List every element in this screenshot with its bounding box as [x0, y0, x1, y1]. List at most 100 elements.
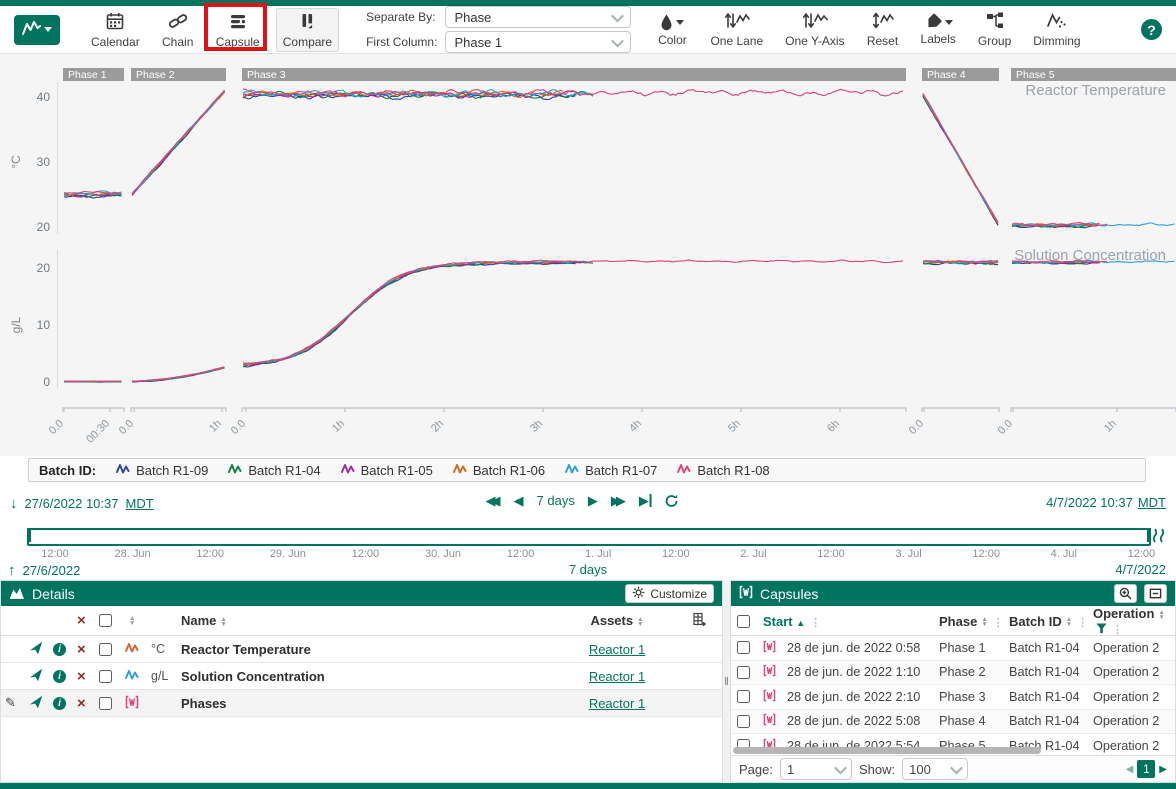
row-checkbox[interactable]	[737, 641, 750, 654]
chain-icon	[168, 11, 188, 34]
page-select[interactable]: 1	[780, 758, 852, 780]
capsule-time-toggle-icon[interactable]	[1151, 527, 1168, 549]
batch-id-column-header[interactable]: Batch ID▲▼⋮	[1009, 614, 1093, 629]
pager-prev-icon[interactable]: ◀	[1126, 764, 1134, 775]
range-start-datetime: 27/6/2022 10:37	[25, 496, 119, 511]
legend-item-label: Batch R1-05	[361, 463, 433, 478]
capsule-phase: Phase 2	[939, 665, 1009, 679]
timebar-left-handle[interactable]	[27, 528, 31, 542]
legend-item[interactable]: Batch R1-04	[228, 463, 320, 478]
gear-icon	[632, 586, 645, 602]
remove-icon[interactable]: ×	[77, 696, 99, 711]
chevron-down-icon	[834, 761, 847, 774]
first-column-select[interactable]: Phase 1	[445, 31, 631, 53]
capsule-row[interactable]: 28 de jun. de 2022 5:08Phase 4Batch R1-0…	[731, 710, 1175, 735]
group-button[interactable]: Group	[972, 8, 1017, 52]
legend-item[interactable]: Batch R1-06	[453, 463, 545, 478]
show-select[interactable]: 100	[902, 758, 968, 780]
capsule-row[interactable]: 28 de jun. de 2022 0:58Phase 1Batch R1-0…	[731, 636, 1175, 661]
timebar-selection[interactable]	[27, 528, 1151, 546]
range-end-timezone[interactable]: MDT	[1138, 495, 1166, 510]
first-column-label: First Column:	[366, 35, 437, 49]
select-all-checkbox[interactable]	[99, 614, 112, 627]
calendar-icon	[105, 11, 125, 34]
edit-icon[interactable]: ✎	[5, 695, 29, 711]
dimming-icon	[1046, 11, 1068, 33]
remove-all-icon[interactable]: ×	[77, 613, 99, 628]
row-checkbox[interactable]	[737, 666, 750, 679]
capsule-button[interactable]: Capsule	[210, 8, 266, 52]
legend-item[interactable]: Batch R1-07	[565, 463, 657, 478]
step-back-full-icon[interactable]: ◀◀	[486, 494, 501, 507]
asset-link[interactable]: Reactor 1	[542, 669, 692, 684]
x-tick-label: 1h	[1102, 418, 1119, 435]
trend-line	[132, 367, 225, 381]
info-icon[interactable]: i	[53, 697, 66, 710]
step-to-now-icon[interactable]: ▶	[639, 494, 652, 507]
reset-button[interactable]: Reset	[861, 8, 905, 52]
timebar: 12:0028. Jun12:0029. Jun12:0030. Jun12:0…	[0, 521, 1176, 580]
remove-icon[interactable]: ×	[77, 642, 99, 657]
capsule-icon	[763, 689, 787, 705]
up-arrow-icon: ↑	[8, 562, 16, 579]
phase-column-header[interactable]: Phase▲▼⋮	[939, 614, 1009, 629]
row-checkbox[interactable]	[737, 690, 750, 703]
zoom-to-capsule-button[interactable]	[1114, 584, 1137, 603]
range-start-timezone[interactable]: MDT	[125, 496, 153, 511]
separate-by-select[interactable]: Phase	[445, 6, 631, 28]
capsule-row[interactable]: 28 de jun. de 2022 2:10Phase 3Batch R1-0…	[731, 685, 1175, 710]
trend-tool-button[interactable]	[14, 15, 60, 45]
row-checkbox[interactable]	[99, 697, 112, 710]
select-all-checkbox[interactable]	[737, 615, 750, 628]
one-lane-button[interactable]: One Lane	[704, 8, 769, 52]
capsule-start: 28 de jun. de 2022 2:10	[787, 690, 939, 704]
add-column-icon[interactable]	[692, 612, 722, 630]
compare-button[interactable]: Compare	[276, 8, 339, 52]
send-icon[interactable]	[29, 695, 53, 712]
separate-by-value: Phase	[454, 10, 491, 25]
pager-current-page[interactable]: 1	[1137, 760, 1155, 778]
capsule-row[interactable]: 28 de jun. de 2022 1:10Phase 2Batch R1-0…	[731, 661, 1175, 686]
row-checkbox[interactable]	[99, 670, 112, 683]
step-back-half-icon[interactable]: ◀	[514, 494, 524, 507]
signal-icon	[125, 669, 151, 684]
legend-item[interactable]: Batch R1-09	[116, 463, 208, 478]
labels-button[interactable]: Labels	[915, 8, 962, 52]
operation-column-header[interactable]: Operation▲▼⋮	[1093, 606, 1175, 636]
refresh-icon[interactable]	[665, 494, 679, 508]
one-y-axis-button[interactable]: One Y-Axis	[779, 8, 850, 52]
start-column-header[interactable]: Start ▲⋮	[763, 614, 939, 629]
help-button[interactable]: ?	[1141, 19, 1162, 40]
asset-link[interactable]: Reactor 1	[542, 696, 692, 711]
panel-resize-handle[interactable]: ‖	[723, 580, 730, 783]
horizontal-scrollbar[interactable]	[733, 747, 1041, 754]
calendar-button[interactable]: Calendar	[85, 8, 146, 52]
collapse-panel-button[interactable]	[1144, 584, 1167, 603]
pager-next-icon[interactable]: ▶	[1159, 764, 1167, 775]
send-icon[interactable]	[29, 641, 53, 658]
remove-icon[interactable]: ×	[77, 669, 99, 684]
send-icon[interactable]	[29, 668, 53, 685]
name-column-header[interactable]: Name▲▼	[181, 613, 542, 628]
phase-header-label: Phase 4	[927, 69, 966, 81]
row-checkbox[interactable]	[737, 715, 750, 728]
asset-link[interactable]: Reactor 1	[542, 642, 692, 657]
first-column-value: Phase 1	[454, 35, 502, 50]
x-tick-label: 00:30	[84, 418, 112, 446]
sort-icon[interactable]: ▲▼	[129, 616, 151, 626]
y-tick-label: 20	[37, 261, 51, 275]
customize-button[interactable]: Customize	[625, 584, 714, 603]
chain-button[interactable]: Chain	[156, 8, 200, 52]
step-forward-half-icon[interactable]: ▶	[588, 494, 598, 507]
row-checkbox[interactable]	[99, 643, 112, 656]
step-forward-full-icon[interactable]: ▶▶	[611, 494, 626, 507]
info-icon[interactable]: i	[53, 643, 66, 656]
info-icon[interactable]: i	[53, 670, 66, 683]
legend-item[interactable]: Batch R1-08	[677, 463, 769, 478]
assets-column-header[interactable]: Assets▲▼	[542, 613, 692, 628]
phase-header-label: Phase 2	[136, 69, 175, 81]
dimming-button[interactable]: Dimming	[1027, 8, 1086, 52]
color-button[interactable]: Color	[650, 8, 694, 52]
phase-header-bar[interactable]	[242, 68, 906, 81]
legend-item[interactable]: Batch R1-05	[341, 463, 433, 478]
